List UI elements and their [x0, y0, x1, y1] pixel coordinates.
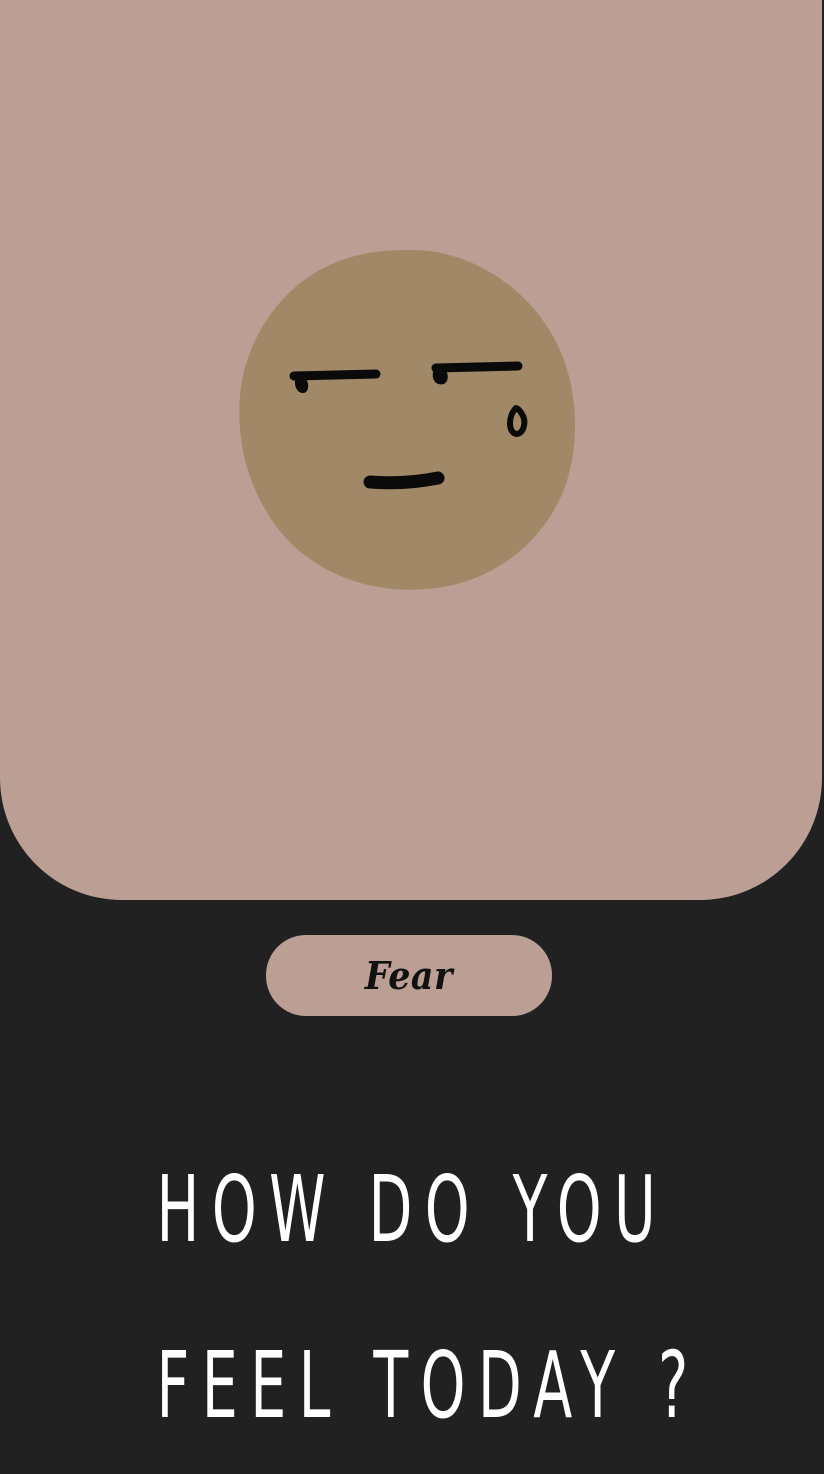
emotion-label: Fear — [364, 953, 454, 998]
question-line-1: HOW DO YOU — [156, 1156, 669, 1263]
emotion-card[interactable] — [0, 0, 822, 900]
question-heading: HOW DO YOU FEEL TODAY ? — [0, 1122, 824, 1474]
fear-face-icon — [236, 246, 580, 592]
emotion-label-button[interactable]: Fear — [266, 935, 552, 1016]
question-line-2: FEEL TODAY ? — [156, 1332, 701, 1439]
